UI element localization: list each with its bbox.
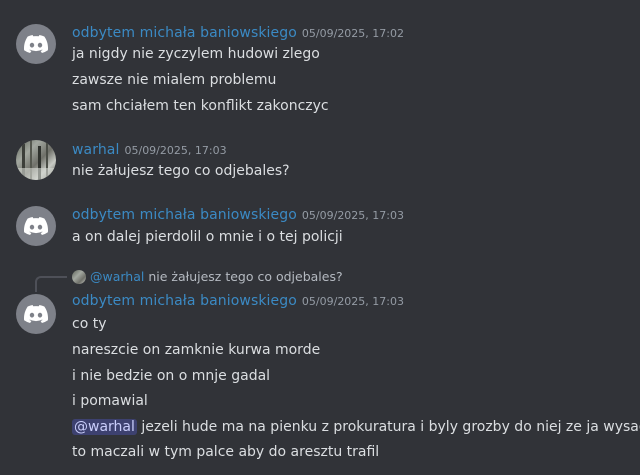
message-header: odbytem michała baniowskiego 05/09/2025, … [72,204,404,226]
timestamp[interactable]: 05/09/2025, 17:02 [302,27,404,40]
message-header: warhal 05/09/2025, 17:03 [72,139,227,161]
username[interactable]: warhal [72,142,119,158]
message-text: i nie bedzie on o mnje gadal [72,368,271,384]
avatar[interactable] [16,206,56,246]
message-text: to maczali w tym palce aby do aresztu tr… [72,444,380,460]
message-text: sam chciałem ten konflikt zakonczyc [72,98,329,114]
username[interactable]: odbytem michała baniowskiego [72,207,297,223]
reply-text[interactable]: nie żałujesz tego co odjebales? [148,268,342,286]
message-text: co ty [72,316,107,332]
message-header: odbytem michała baniowskiego 05/09/2025, … [72,290,404,312]
avatar[interactable] [16,140,56,180]
timestamp[interactable]: 05/09/2025, 17:03 [124,144,226,157]
reply-mention[interactable]: @warhal [90,268,144,286]
message-text: ja nigdy nie zyczylem hudowi zlego [72,46,320,62]
discord-logo-icon [24,35,48,53]
avatar[interactable] [16,24,56,64]
mention-line-text: jezeli hude ma na pienku z prokuratura i… [136,419,640,435]
message-text: @warhal jezeli hude ma na pienku z proku… [72,417,640,437]
reply-connector [35,276,67,292]
discord-logo-icon [24,305,48,323]
message-text: a on dalej pierdolil o mnie i o tej poli… [72,229,343,245]
username[interactable]: odbytem michała baniowskiego [72,293,297,309]
user-photo-avatar [16,140,56,180]
avatar[interactable] [16,294,56,334]
user-mention[interactable]: @warhal [72,419,137,435]
message-text: nie żałujesz tego co odjebales? [72,163,290,179]
reply-avatar [72,270,86,284]
message-text: zawsze nie mialem problemu [72,72,277,88]
discord-logo-icon [24,217,48,235]
message-header: odbytem michała baniowskiego 05/09/2025, … [72,22,404,44]
message-text: nareszcie on zamknie kurwa morde [72,342,321,358]
message-text: i pomawial [72,393,148,409]
username[interactable]: odbytem michała baniowskiego [72,25,297,41]
timestamp[interactable]: 05/09/2025, 17:03 [302,295,404,308]
reply-preview[interactable]: @warhal nie żałujesz tego co odjebales? [72,268,343,286]
timestamp[interactable]: 05/09/2025, 17:03 [302,209,404,222]
